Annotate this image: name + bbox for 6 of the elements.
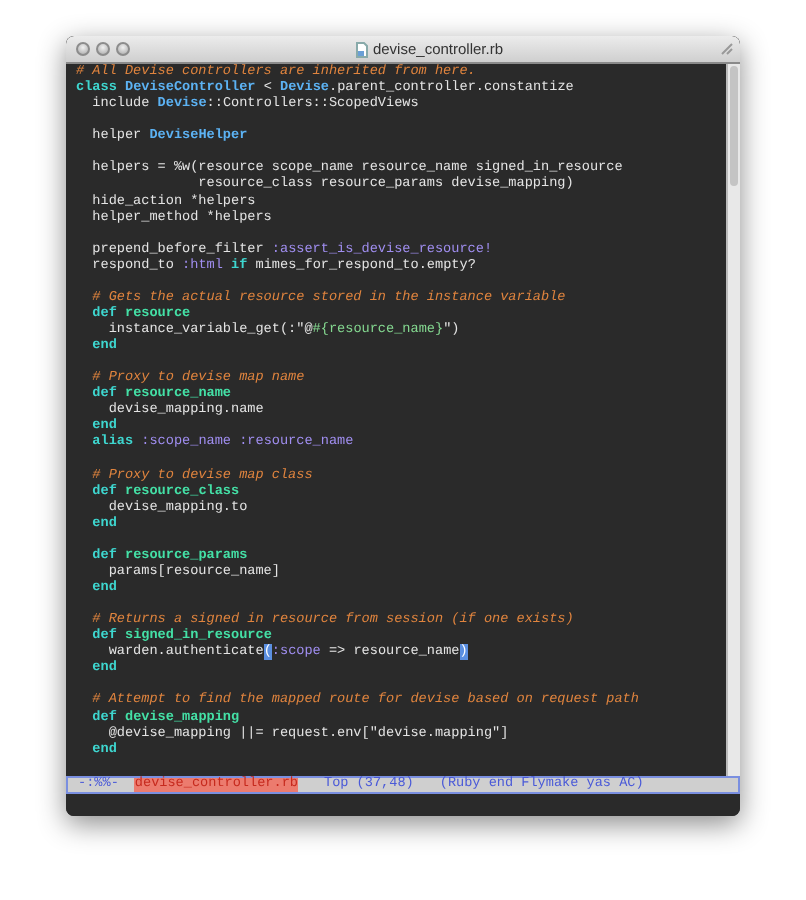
- zoom-button[interactable]: [116, 42, 130, 56]
- resize-icon[interactable]: [720, 42, 734, 56]
- scrollbar[interactable]: [726, 64, 740, 776]
- close-button[interactable]: [76, 42, 90, 56]
- document-icon: [356, 41, 369, 57]
- minimize-button[interactable]: [96, 42, 110, 56]
